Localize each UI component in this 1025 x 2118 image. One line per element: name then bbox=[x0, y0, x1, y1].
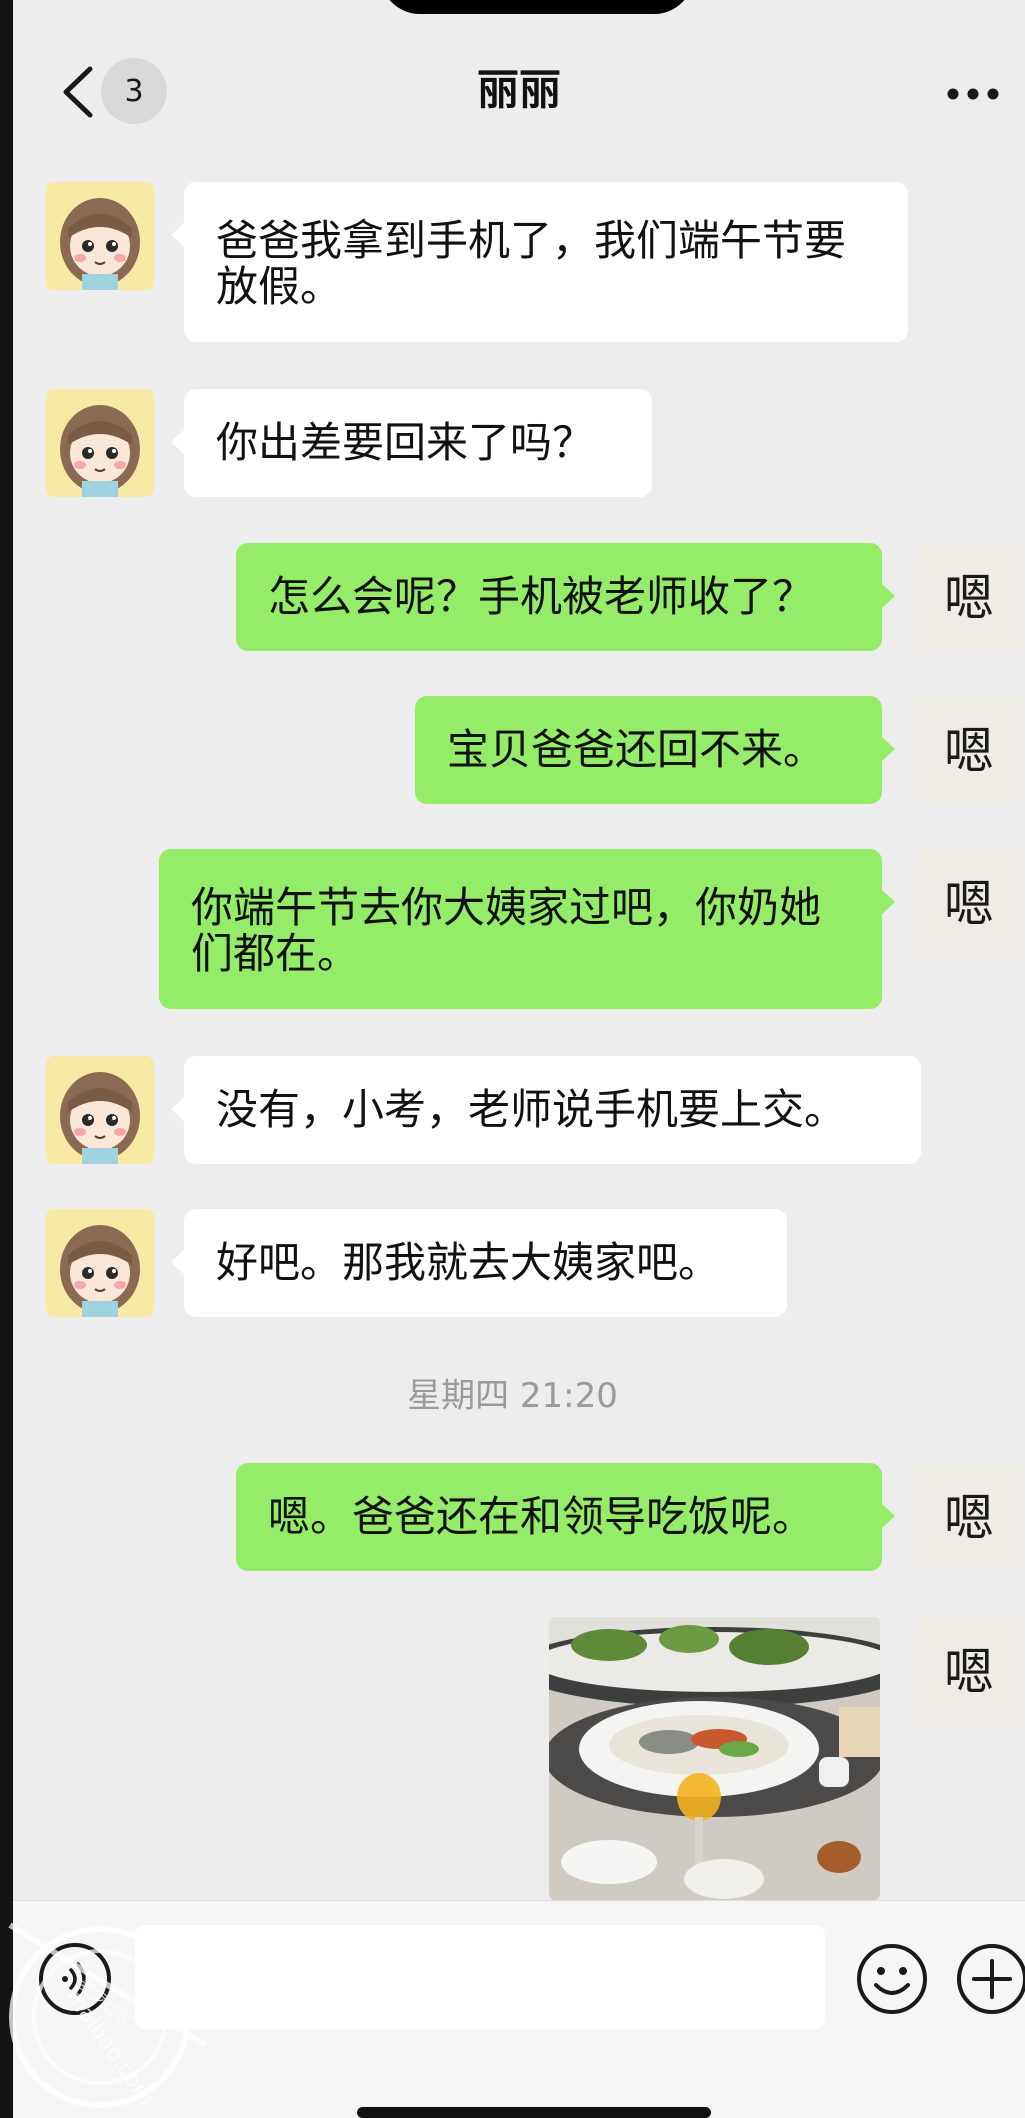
message-line: 嗯。爸爸还在和领导吃饭呢。 bbox=[268, 1492, 815, 1541]
calligraphy-avatar-icon: 嗯 bbox=[915, 543, 1023, 651]
message-line: 怎么会呢？手机被老师收了？ bbox=[268, 572, 815, 621]
svg-text:嗯: 嗯 bbox=[944, 722, 994, 780]
message-line: 你端午节去你大姨家过吧，你奶她 bbox=[191, 883, 822, 932]
contact-avatar[interactable] bbox=[46, 1056, 154, 1164]
my-avatar[interactable]: 嗯 bbox=[915, 1617, 1023, 1725]
more-dots-icon bbox=[947, 88, 999, 100]
calligraphy-avatar-icon: 嗯 bbox=[915, 1617, 1023, 1725]
svg-text:嗯: 嗯 bbox=[944, 569, 994, 627]
chat-title: 丽丽 bbox=[476, 65, 561, 114]
food-photo-icon bbox=[549, 1617, 880, 1900]
input-bar bbox=[13, 1900, 1025, 2118]
my-avatar[interactable]: 嗯 bbox=[915, 849, 1023, 957]
my-avatar[interactable]: 嗯 bbox=[915, 543, 1023, 651]
message-timestamp: 星期四 21:20 bbox=[407, 1376, 618, 1416]
screen-edge bbox=[0, 0, 13, 2118]
chat-header: 3 丽丽 bbox=[13, 40, 1025, 140]
voice-icon bbox=[62, 1962, 86, 1996]
emoji-icon bbox=[857, 1944, 927, 2014]
device-notch bbox=[380, 0, 694, 14]
message-line: 们都在。 bbox=[191, 929, 360, 978]
svg-text:嗯: 嗯 bbox=[944, 1489, 994, 1547]
message-line: 好吧。那我就去大姨家吧。 bbox=[216, 1238, 721, 1287]
photo-message[interactable] bbox=[549, 1617, 880, 1900]
calligraphy-avatar-icon: 嗯 bbox=[915, 696, 1023, 804]
message-bubble-incoming[interactable]: 没有，小考，老师说手机要上交。 bbox=[171, 1056, 921, 1164]
message-line: 爸爸我拿到手机了，我们端午节要 bbox=[216, 216, 847, 265]
message-bubble-incoming[interactable]: 你出差要回来了吗？ bbox=[171, 389, 652, 497]
contact-avatar[interactable] bbox=[46, 182, 154, 290]
message-bubble-outgoing[interactable]: 怎么会呢？手机被老师收了？ bbox=[236, 543, 895, 651]
message-line: 你出差要回来了吗？ bbox=[216, 418, 595, 467]
calligraphy-avatar-icon: 嗯 bbox=[915, 1463, 1023, 1571]
message-bubble-incoming[interactable]: 好吧。那我就去大姨家吧。 bbox=[171, 1209, 787, 1317]
girl-avatar-icon bbox=[46, 389, 154, 497]
home-indicator bbox=[357, 2107, 711, 2118]
voice-button[interactable] bbox=[39, 1943, 111, 2015]
calligraphy-avatar-icon: 嗯 bbox=[915, 849, 1023, 957]
svg-text:嗯: 嗯 bbox=[944, 1643, 994, 1701]
message-bubble-outgoing[interactable]: 宝贝爸爸还回不来。 bbox=[415, 696, 895, 804]
plus-icon bbox=[957, 1944, 1025, 2014]
my-avatar[interactable]: 嗯 bbox=[915, 1463, 1023, 1571]
message-bubble-incoming[interactable]: 爸爸我拿到手机了，我们端午节要 放假。 bbox=[171, 182, 908, 342]
svg-text:嗯: 嗯 bbox=[944, 875, 994, 933]
girl-avatar-icon bbox=[46, 1056, 154, 1164]
girl-avatar-icon bbox=[46, 1209, 154, 1317]
message-input[interactable] bbox=[135, 1925, 825, 2029]
contact-avatar[interactable] bbox=[46, 389, 154, 497]
my-avatar[interactable]: 嗯 bbox=[915, 696, 1023, 804]
message-bubble-outgoing[interactable]: 嗯。爸爸还在和领导吃饭呢。 bbox=[236, 1463, 895, 1571]
plus-button[interactable] bbox=[954, 1941, 1025, 2017]
message-line: 放假。 bbox=[216, 262, 343, 311]
more-button[interactable] bbox=[943, 74, 1003, 114]
contact-avatar[interactable] bbox=[46, 1209, 154, 1317]
message-line: 没有，小考，老师说手机要上交。 bbox=[216, 1085, 847, 1134]
girl-avatar-icon bbox=[46, 182, 154, 290]
chat-screen: 3 丽丽 爸爸我拿到手机了，我们端午节要 放假。 你出差要回来了吗？ 怎么会呢？… bbox=[0, 0, 1025, 2118]
message-line: 宝贝爸爸还回不来。 bbox=[447, 725, 826, 774]
emoji-button[interactable] bbox=[854, 1941, 930, 2017]
message-bubble-outgoing[interactable]: 你端午节去你大姨家过吧，你奶她 们都在。 bbox=[159, 849, 895, 1009]
